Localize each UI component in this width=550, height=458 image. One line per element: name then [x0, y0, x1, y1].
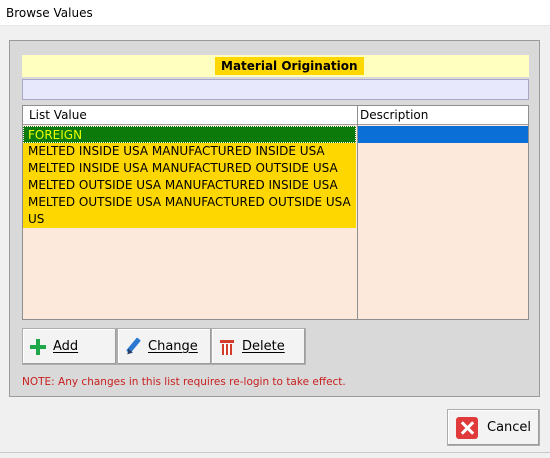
- table-row[interactable]: MELTED INSIDE USA MANUFACTURED OUTSIDE U…: [23, 160, 528, 177]
- window-title: Browse Values: [6, 6, 93, 20]
- list-value-cell[interactable]: MELTED INSIDE USA MANUFACTURED INSIDE US…: [23, 143, 356, 160]
- list-title: Material Origination: [215, 57, 364, 75]
- trash-icon: [218, 338, 236, 356]
- add-button[interactable]: Add: [22, 328, 117, 365]
- filter-input[interactable]: [22, 79, 529, 100]
- list-value-cell[interactable]: MELTED INSIDE USA MANUFACTURED OUTSIDE U…: [23, 160, 356, 177]
- values-grid[interactable]: List Value Description FOREIGN MELTED INS…: [22, 105, 529, 320]
- pencil-icon: [124, 338, 142, 356]
- change-button[interactable]: Change: [117, 328, 212, 365]
- note-text: NOTE: Any changes in this list requires …: [22, 376, 346, 388]
- table-row[interactable]: US: [23, 211, 528, 228]
- table-row[interactable]: MELTED INSIDE USA MANUFACTURED INSIDE US…: [23, 143, 528, 160]
- delete-button-label: Delete: [242, 339, 285, 354]
- list-value-cell[interactable]: FOREIGN: [23, 126, 356, 143]
- list-value-cell[interactable]: MELTED OUTSIDE USA MANUFACTURED OUTSIDE …: [23, 194, 356, 211]
- add-button-label: Add: [53, 339, 79, 354]
- list-value-cell[interactable]: MELTED OUTSIDE USA MANUFACTURED INSIDE U…: [23, 177, 356, 194]
- bottom-edge: [0, 452, 550, 458]
- column-header-description[interactable]: Description: [360, 108, 428, 122]
- table-row[interactable]: FOREIGN: [23, 126, 528, 143]
- header-band: Material Origination: [22, 55, 529, 77]
- grid-header: List Value Description: [23, 106, 528, 125]
- cancel-button[interactable]: Cancel: [447, 409, 540, 446]
- title-bar: Browse Values: [0, 0, 550, 26]
- change-button-label: Change: [148, 339, 198, 354]
- description-cell[interactable]: [358, 126, 528, 143]
- cancel-button-label: Cancel: [487, 420, 532, 435]
- column-header-list-value[interactable]: List Value: [29, 108, 87, 122]
- table-row[interactable]: MELTED OUTSIDE USA MANUFACTURED INSIDE U…: [23, 177, 528, 194]
- grid-rows: FOREIGN MELTED INSIDE USA MANUFACTURED IN…: [23, 126, 528, 228]
- delete-button[interactable]: Delete: [211, 328, 306, 365]
- plus-icon: [29, 338, 47, 356]
- table-row[interactable]: MELTED OUTSIDE USA MANUFACTURED OUTSIDE …: [23, 194, 528, 211]
- main-panel: Material Origination List Value Descript…: [9, 40, 540, 397]
- list-value-cell[interactable]: US: [23, 211, 356, 228]
- cancel-icon: [456, 416, 478, 439]
